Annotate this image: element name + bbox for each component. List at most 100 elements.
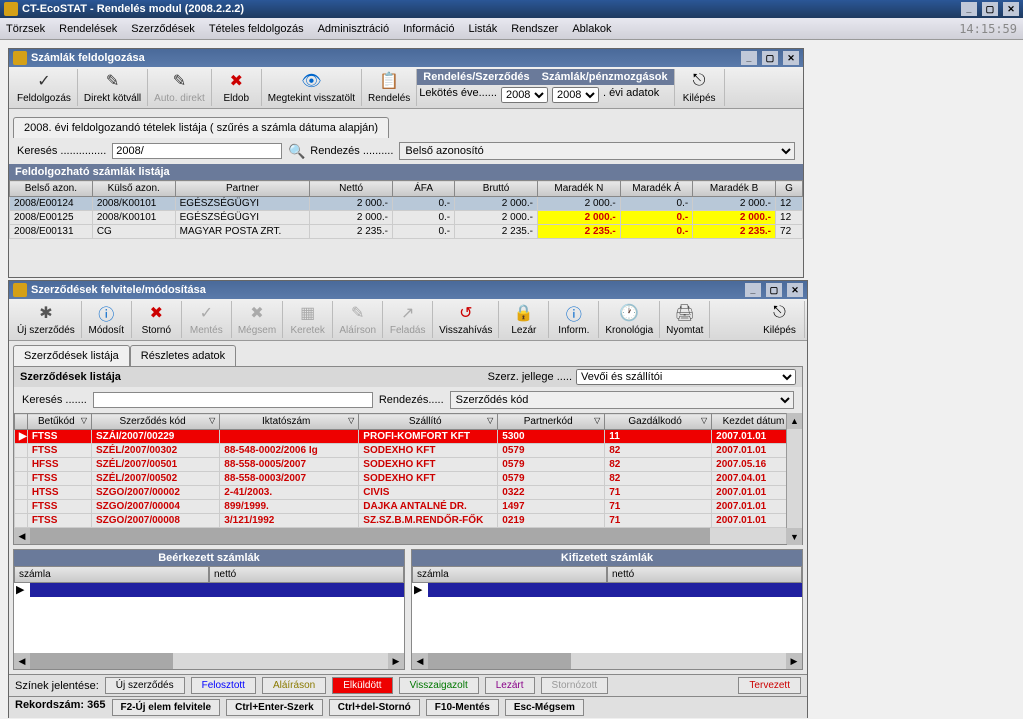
minimize-button[interactable]: _	[745, 283, 761, 297]
col-szamla[interactable]: számla	[412, 566, 607, 583]
table-row[interactable]: 2008/E001242008/K00101EGÉSZSÉGÜGYI2 000.…	[10, 197, 803, 211]
toolbar--j-szerz-d-s[interactable]: ✱Új szerződés	[11, 301, 82, 338]
table-row[interactable]: 2008/E001252008/K00101EGÉSZSÉGÜGYI2 000.…	[10, 211, 803, 225]
col-header[interactable]: Külső azon.	[92, 181, 175, 197]
year1-select[interactable]: 2008	[501, 87, 548, 103]
col-header[interactable]: ÁFA	[393, 181, 455, 197]
table-row[interactable]: FTSSSZÉL/2007/0050288-558-0003/2007SODEX…	[15, 472, 802, 486]
col-header[interactable]: Maradék N	[537, 181, 620, 197]
col-header[interactable]: Bruttó	[455, 181, 538, 197]
close-button[interactable]: ✕	[783, 51, 799, 65]
year2-select[interactable]: 2008	[552, 87, 599, 103]
section-szerzodesek: Szerződések listája	[20, 371, 121, 383]
toolbar-inform-[interactable]: ⓘInform.	[549, 301, 599, 338]
close-button[interactable]: ✕	[787, 283, 803, 297]
table-row[interactable]: ▶FTSSSZÁI/2007/00229PROFI-KOMFORT KFT530…	[15, 430, 802, 444]
table-row[interactable]: HFSSSZÉL/2007/0050188-558-0005/2007SODEX…	[15, 458, 802, 472]
toolbar-icon: ✓	[196, 303, 216, 323]
menu-torzsek[interactable]: Törzsek	[6, 23, 45, 35]
maximize-button[interactable]: ▢	[982, 2, 998, 16]
col-header[interactable]: Belső azon.	[10, 181, 93, 197]
menu-informacio[interactable]: Információ	[403, 23, 454, 35]
toolbar-icon: ✎	[348, 303, 368, 323]
col-header[interactable]: Gazdálkodó ▽	[605, 414, 712, 430]
toolbar-eldob[interactable]: ✖Eldob	[212, 69, 262, 106]
kereses-input[interactable]	[112, 143, 282, 159]
legend: Színek jelentése: Új szerződés Felosztot…	[9, 674, 807, 696]
toolbar-kronol-gia[interactable]: 🕐Kronológia	[599, 301, 660, 338]
toolbar-m-dos-t[interactable]: ⓘMódosít	[82, 301, 132, 338]
kereses-label: Keresés ...............	[17, 145, 106, 157]
toolbar-visszah-v-s[interactable]: ↺Visszahívás	[433, 301, 499, 338]
menu-rendszer[interactable]: Rendszer	[511, 23, 558, 35]
toolbar-al-rson: ✎Aláírson	[333, 301, 383, 338]
minimize-button[interactable]: _	[741, 51, 757, 65]
toolbar-felad-s: ↗Feladás	[383, 301, 433, 338]
maximize-button[interactable]: ▢	[766, 283, 782, 297]
menu-teteles[interactable]: Tételes feldolgozás	[209, 23, 304, 35]
col-netto[interactable]: nettó	[607, 566, 802, 583]
table-row[interactable]: HTSSSZGO/2007/000022-41/2003.CIVIS032271…	[15, 486, 802, 500]
vertical-scrollbar[interactable]: ▲▼	[786, 413, 802, 528]
toolbar-icon: ⓘ	[564, 303, 584, 323]
toolbar-direkt-k-tv-ll[interactable]: ✎Direkt kötváll	[78, 69, 148, 106]
menu-listak[interactable]: Listák	[468, 23, 497, 35]
close-button[interactable]: ✕	[1003, 2, 1019, 16]
legend-tervezett: Tervezett	[738, 677, 801, 694]
rendezes-label: Rendezés ..........	[310, 145, 393, 157]
toolbar-megtekint-visszat-lt[interactable]: 👁Megtekint visszatölt	[262, 69, 362, 106]
kilepes-button[interactable]: ⎋ Kilépés	[755, 301, 805, 338]
table-row[interactable]: FTSSSZGO/2007/000083/121/1992SZ.SZ.B.M.R…	[15, 514, 802, 528]
maximize-button[interactable]: ▢	[762, 51, 778, 65]
main-window-title-bar: CT-EcoSTAT - Rendelés modul (2008.2.2.2)…	[0, 0, 1023, 18]
rendezes-select[interactable]: Belső azonosító	[399, 142, 795, 160]
toolbar-icon: ↺	[456, 303, 476, 323]
col-header[interactable]: Partner	[175, 181, 310, 197]
toolbar-rendel-s[interactable]: 📋Rendelés	[362, 69, 417, 106]
sc-f10: F10-Mentés	[426, 699, 499, 716]
exit-icon: ⎋	[689, 71, 709, 91]
table-row[interactable]: 2008/E00131CGMAGYAR POSTA ZRT.2 235.-0.-…	[10, 225, 803, 239]
col-netto[interactable]: nettó	[209, 566, 404, 583]
toolbar-m-gsem: ✖Mégsem	[232, 301, 283, 338]
toolbar-icon: ✖	[226, 71, 246, 91]
szerz-jellege-select[interactable]: Vevői és szállítói	[576, 369, 796, 385]
toolbar-storn-[interactable]: ✖Stornó	[132, 301, 182, 338]
col-header[interactable]: Iktatószám ▽	[220, 414, 359, 430]
col-header[interactable]: Szerződés kód ▽	[91, 414, 219, 430]
grid-szamlak: Belső azon.Külső azon.PartnerNettóÁFABru…	[9, 180, 803, 239]
table-row[interactable]: FTSSSZÉL/2007/0030288-548-0002/2006 IgSO…	[15, 444, 802, 458]
toolbar-nyomtat[interactable]: 🖨Nyomtat	[660, 301, 710, 338]
search-icon[interactable]: 🔍	[288, 143, 304, 159]
col-header[interactable]: Partnerkód ▽	[498, 414, 605, 430]
toolbar-icon: ✖	[247, 303, 267, 323]
col-szamla[interactable]: számla	[14, 566, 209, 583]
col-header[interactable]: Nettó	[310, 181, 393, 197]
col-header[interactable]: Szállító ▽	[359, 414, 498, 430]
hscroll[interactable]: ◀▶	[14, 653, 404, 669]
col-header[interactable]: Betűkód ▽	[27, 414, 91, 430]
menu-rendelesek[interactable]: Rendelések	[59, 23, 117, 35]
window-buttons: _ ▢ ✕	[959, 2, 1019, 16]
tab-reszletes[interactable]: Részletes adatok	[130, 345, 236, 366]
col-header[interactable]: Maradék Á	[620, 181, 692, 197]
menu-szerzodesek[interactable]: Szerződések	[131, 23, 195, 35]
toolbar-feldolgoz-s[interactable]: ✓Feldolgozás	[11, 69, 78, 106]
minimize-button[interactable]: _	[961, 2, 977, 16]
menu-adminisztracio[interactable]: Adminisztráció	[318, 23, 390, 35]
sc-esc: Esc-Mégsem	[505, 699, 584, 716]
col-header[interactable]: Maradék B	[693, 181, 776, 197]
kereses-input[interactable]	[93, 392, 373, 408]
toolbar-lez-r[interactable]: 🔒Lezár	[499, 301, 549, 338]
kilepes-button[interactable]: ⎋ Kilépés	[675, 69, 725, 106]
horizontal-scrollbar[interactable]: ◀▶	[14, 528, 802, 544]
toolbar-icon: 🔒	[514, 303, 534, 323]
hscroll[interactable]: ◀▶	[412, 653, 802, 669]
rendezes-select[interactable]: Szerződés kód	[450, 391, 794, 409]
tab-tetelek[interactable]: 2008. évi feldolgozandó tételek listája …	[13, 117, 389, 138]
panel-kifizetett: Kifizetett számlák számlanettó ▶ ◀▶	[411, 549, 803, 670]
menu-ablakok[interactable]: Ablakok	[572, 23, 611, 35]
col-header[interactable]: G	[776, 181, 803, 197]
table-row[interactable]: FTSSSZGO/2007/00004899/1999.DAJKA ANTALN…	[15, 500, 802, 514]
tab-szerzodesek-listaja[interactable]: Szerződések listája	[13, 345, 130, 366]
